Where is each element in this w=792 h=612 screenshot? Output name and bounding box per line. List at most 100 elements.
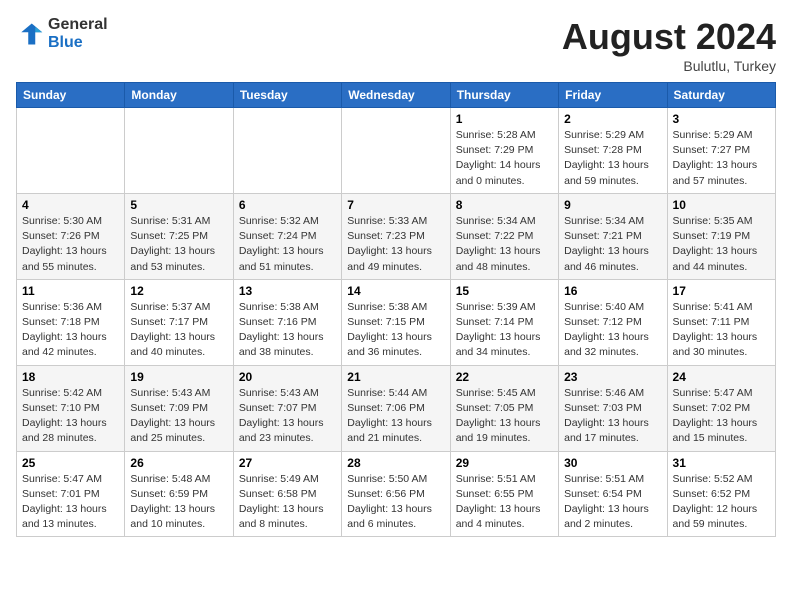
day-number: 29 bbox=[456, 456, 553, 470]
day-info: Sunrise: 5:46 AM Sunset: 7:03 PM Dayligh… bbox=[564, 386, 661, 447]
logo-line2: Blue bbox=[48, 34, 108, 52]
day-cell: 22 Sunrise: 5:45 AM Sunset: 7:05 PM Dayli… bbox=[450, 365, 558, 451]
day-cell: 25Sunrise: 5:47 AM Sunset: 7:01 PM Dayli… bbox=[17, 451, 125, 537]
day-number: 21 bbox=[347, 370, 444, 384]
day-cell: 11Sunrise: 5:36 AM Sunset: 7:18 PM Dayli… bbox=[17, 279, 125, 365]
logo-text: General Blue bbox=[48, 16, 108, 51]
week-row-4: 18 Sunrise: 5:42 AM Sunset: 7:10 PM Dayli… bbox=[17, 365, 776, 451]
day-number: 31 bbox=[673, 456, 770, 470]
day-info: Sunrise: 5:50 AM Sunset: 6:56 PM Dayligh… bbox=[347, 472, 444, 533]
day-cell: 20 Sunrise: 5:43 AM Sunset: 7:07 PM Dayli… bbox=[233, 365, 341, 451]
day-number: 27 bbox=[239, 456, 336, 470]
day-number: 11 bbox=[22, 284, 119, 298]
day-info: Sunrise: 5:29 AM Sunset: 7:27 PM Dayligh… bbox=[673, 128, 770, 189]
day-info: Sunrise: 5:41 AM Sunset: 7:11 PM Dayligh… bbox=[673, 300, 770, 361]
day-info: Sunrise: 5:42 AM Sunset: 7:10 PM Dayligh… bbox=[22, 386, 119, 447]
week-row-1: 1Sunrise: 5:28 AM Sunset: 7:29 PM Daylig… bbox=[17, 108, 776, 194]
day-cell: 14 Sunrise: 5:38 AM Sunset: 7:15 PM Dayli… bbox=[342, 279, 450, 365]
day-number: 3 bbox=[673, 112, 770, 126]
day-info: Sunrise: 5:43 AM Sunset: 7:09 PM Dayligh… bbox=[130, 386, 227, 447]
day-cell: 8 Sunrise: 5:34 AM Sunset: 7:22 PM Daylig… bbox=[450, 193, 558, 279]
day-cell bbox=[342, 108, 450, 194]
weekday-header-row: SundayMondayTuesdayWednesdayThursdayFrid… bbox=[17, 83, 776, 108]
day-info: Sunrise: 5:52 AM Sunset: 6:52 PM Dayligh… bbox=[673, 472, 770, 533]
day-info: Sunrise: 5:38 AM Sunset: 7:15 PM Dayligh… bbox=[347, 300, 444, 361]
month-title: August 2024 bbox=[562, 16, 776, 58]
day-number: 23 bbox=[564, 370, 661, 384]
day-number: 25 bbox=[22, 456, 119, 470]
day-info: Sunrise: 5:43 AM Sunset: 7:07 PM Dayligh… bbox=[239, 386, 336, 447]
day-info: Sunrise: 5:44 AM Sunset: 7:06 PM Dayligh… bbox=[347, 386, 444, 447]
calendar-body: 1Sunrise: 5:28 AM Sunset: 7:29 PM Daylig… bbox=[17, 108, 776, 537]
day-number: 26 bbox=[130, 456, 227, 470]
day-cell bbox=[17, 108, 125, 194]
day-info: Sunrise: 5:47 AM Sunset: 7:02 PM Dayligh… bbox=[673, 386, 770, 447]
day-info: Sunrise: 5:30 AM Sunset: 7:26 PM Dayligh… bbox=[22, 214, 119, 275]
day-number: 16 bbox=[564, 284, 661, 298]
day-cell: 26 Sunrise: 5:48 AM Sunset: 6:59 PM Dayli… bbox=[125, 451, 233, 537]
day-cell: 7 Sunrise: 5:33 AM Sunset: 7:23 PM Daylig… bbox=[342, 193, 450, 279]
day-cell: 24 Sunrise: 5:47 AM Sunset: 7:02 PM Dayli… bbox=[667, 365, 775, 451]
day-cell bbox=[233, 108, 341, 194]
day-number: 24 bbox=[673, 370, 770, 384]
day-number: 19 bbox=[130, 370, 227, 384]
day-cell: 4 Sunrise: 5:30 AM Sunset: 7:26 PM Daylig… bbox=[17, 193, 125, 279]
day-cell: 16 Sunrise: 5:40 AM Sunset: 7:12 PM Dayli… bbox=[559, 279, 667, 365]
day-number: 4 bbox=[22, 198, 119, 212]
day-number: 20 bbox=[239, 370, 336, 384]
day-info: Sunrise: 5:29 AM Sunset: 7:28 PM Dayligh… bbox=[564, 128, 661, 189]
day-cell: 17 Sunrise: 5:41 AM Sunset: 7:11 PM Dayli… bbox=[667, 279, 775, 365]
day-number: 22 bbox=[456, 370, 553, 384]
day-cell: 29 Sunrise: 5:51 AM Sunset: 6:55 PM Dayli… bbox=[450, 451, 558, 537]
day-info: Sunrise: 5:48 AM Sunset: 6:59 PM Dayligh… bbox=[130, 472, 227, 533]
day-cell: 13Sunrise: 5:38 AM Sunset: 7:16 PM Dayli… bbox=[233, 279, 341, 365]
day-info: Sunrise: 5:31 AM Sunset: 7:25 PM Dayligh… bbox=[130, 214, 227, 275]
week-row-3: 11Sunrise: 5:36 AM Sunset: 7:18 PM Dayli… bbox=[17, 279, 776, 365]
day-cell: 18 Sunrise: 5:42 AM Sunset: 7:10 PM Dayli… bbox=[17, 365, 125, 451]
day-cell: 5Sunrise: 5:31 AM Sunset: 7:25 PM Daylig… bbox=[125, 193, 233, 279]
day-number: 9 bbox=[564, 198, 661, 212]
day-number: 1 bbox=[456, 112, 553, 126]
day-cell: 12Sunrise: 5:37 AM Sunset: 7:17 PM Dayli… bbox=[125, 279, 233, 365]
day-number: 17 bbox=[673, 284, 770, 298]
day-info: Sunrise: 5:39 AM Sunset: 7:14 PM Dayligh… bbox=[456, 300, 553, 361]
calendar-table: SundayMondayTuesdayWednesdayThursdayFrid… bbox=[16, 82, 776, 537]
day-number: 28 bbox=[347, 456, 444, 470]
day-number: 12 bbox=[130, 284, 227, 298]
day-cell: 30Sunrise: 5:51 AM Sunset: 6:54 PM Dayli… bbox=[559, 451, 667, 537]
day-info: Sunrise: 5:38 AM Sunset: 7:16 PM Dayligh… bbox=[239, 300, 336, 361]
page-header: General Blue August 2024 Bulutlu, Turkey bbox=[16, 16, 776, 74]
day-cell: 28 Sunrise: 5:50 AM Sunset: 6:56 PM Dayli… bbox=[342, 451, 450, 537]
week-row-2: 4 Sunrise: 5:30 AM Sunset: 7:26 PM Daylig… bbox=[17, 193, 776, 279]
day-cell: 23 Sunrise: 5:46 AM Sunset: 7:03 PM Dayli… bbox=[559, 365, 667, 451]
day-number: 30 bbox=[564, 456, 661, 470]
weekday-sunday: Sunday bbox=[17, 83, 125, 108]
weekday-tuesday: Tuesday bbox=[233, 83, 341, 108]
weekday-wednesday: Wednesday bbox=[342, 83, 450, 108]
week-row-5: 25Sunrise: 5:47 AM Sunset: 7:01 PM Dayli… bbox=[17, 451, 776, 537]
day-info: Sunrise: 5:40 AM Sunset: 7:12 PM Dayligh… bbox=[564, 300, 661, 361]
day-number: 8 bbox=[456, 198, 553, 212]
day-info: Sunrise: 5:49 AM Sunset: 6:58 PM Dayligh… bbox=[239, 472, 336, 533]
day-info: Sunrise: 5:34 AM Sunset: 7:21 PM Dayligh… bbox=[564, 214, 661, 275]
logo: General Blue bbox=[16, 16, 108, 51]
day-info: Sunrise: 5:45 AM Sunset: 7:05 PM Dayligh… bbox=[456, 386, 553, 447]
day-info: Sunrise: 5:34 AM Sunset: 7:22 PM Dayligh… bbox=[456, 214, 553, 275]
day-cell: 2Sunrise: 5:29 AM Sunset: 7:28 PM Daylig… bbox=[559, 108, 667, 194]
day-info: Sunrise: 5:32 AM Sunset: 7:24 PM Dayligh… bbox=[239, 214, 336, 275]
weekday-saturday: Saturday bbox=[667, 83, 775, 108]
day-cell: 21 Sunrise: 5:44 AM Sunset: 7:06 PM Dayli… bbox=[342, 365, 450, 451]
day-info: Sunrise: 5:33 AM Sunset: 7:23 PM Dayligh… bbox=[347, 214, 444, 275]
day-info: Sunrise: 5:51 AM Sunset: 6:55 PM Dayligh… bbox=[456, 472, 553, 533]
logo-icon bbox=[16, 20, 44, 48]
day-cell: 10Sunrise: 5:35 AM Sunset: 7:19 PM Dayli… bbox=[667, 193, 775, 279]
day-number: 7 bbox=[347, 198, 444, 212]
calendar-header: SundayMondayTuesdayWednesdayThursdayFrid… bbox=[17, 83, 776, 108]
day-number: 14 bbox=[347, 284, 444, 298]
weekday-monday: Monday bbox=[125, 83, 233, 108]
day-cell: 1Sunrise: 5:28 AM Sunset: 7:29 PM Daylig… bbox=[450, 108, 558, 194]
day-number: 18 bbox=[22, 370, 119, 384]
day-number: 10 bbox=[673, 198, 770, 212]
weekday-friday: Friday bbox=[559, 83, 667, 108]
day-cell: 15Sunrise: 5:39 AM Sunset: 7:14 PM Dayli… bbox=[450, 279, 558, 365]
